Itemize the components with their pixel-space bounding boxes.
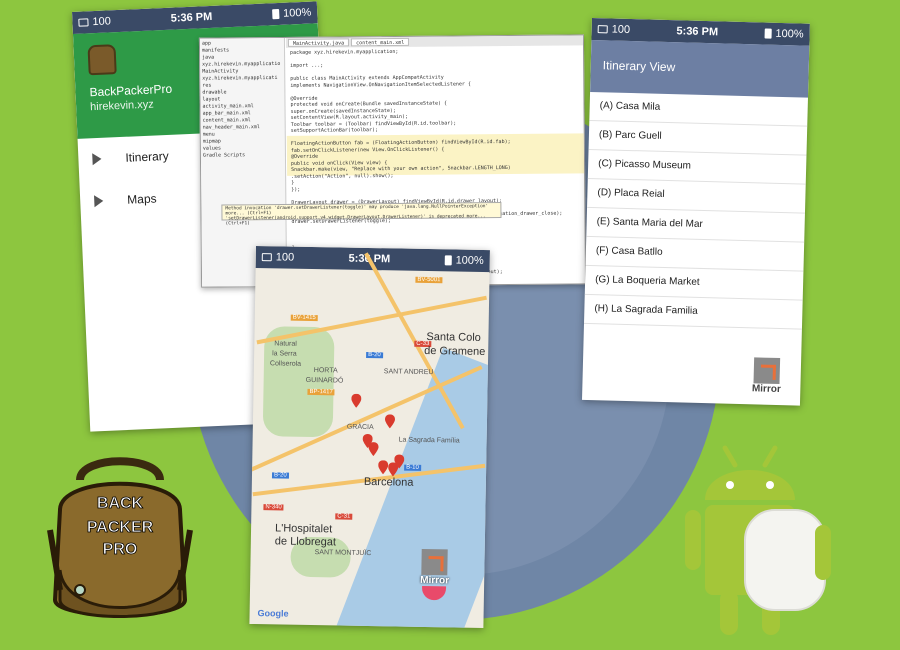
map-label: GRÀCIA (346, 423, 374, 432)
map-label: Collserola (269, 360, 302, 368)
mirror-icon (421, 548, 449, 576)
google-logo: Google (257, 608, 289, 619)
status-time: 5:36 PM (676, 25, 719, 39)
status-battery: 100% (775, 27, 804, 41)
status-left: 100 (275, 251, 295, 264)
android-marshmallow-icon (685, 445, 831, 635)
map-screen: 100 5:36 PM 100% BV-5001 BV-1415 B-20 C-… (249, 246, 490, 629)
mirror-label: Mirror (420, 574, 450, 587)
drawer-item-label: Maps (126, 191, 157, 207)
route-label: C-31 (335, 513, 353, 520)
screen-icon (261, 253, 272, 262)
mirror-watermark: Mirror (746, 357, 787, 395)
route-label: B-10 (404, 464, 421, 471)
map-pin-icon[interactable] (368, 442, 379, 457)
battery-icon (764, 28, 772, 39)
mirror-badge (422, 585, 447, 601)
page-title: Itinerary View (602, 58, 676, 75)
itinerary-list: (A) Casa Mila (B) Parc Guell (C) Picasso… (583, 91, 808, 330)
tab-mainactivity[interactable]: MainActivity.java (287, 38, 350, 47)
screen-icon (78, 18, 89, 27)
mirror-label: Mirror (751, 383, 781, 396)
map-label: GUINARDÓ (305, 376, 344, 385)
map-pin-icon[interactable] (384, 414, 395, 429)
mirror-icon (753, 357, 781, 385)
map-label: de Llobregat (274, 535, 337, 549)
map-pin-icon[interactable] (351, 393, 362, 408)
map-label: Barcelona (363, 475, 414, 489)
app-bar: Itinerary View (590, 39, 810, 98)
inspection-tooltip: Method invocation 'drawer.setDrawerListe… (221, 202, 502, 226)
logo-line2: PACKER (87, 519, 154, 536)
map-label: la Serra (272, 350, 297, 358)
route-label: BV-1415 (290, 314, 318, 322)
logo-line1: BACK (97, 495, 144, 512)
play-icon (92, 152, 102, 166)
route-label: BV-5001 (415, 276, 443, 284)
logo-line3: PRO (103, 541, 138, 558)
map-label: de Gramene (424, 344, 486, 359)
mirror-watermark: Mirror (420, 548, 450, 601)
screen-icon (597, 25, 608, 34)
play-icon (94, 194, 104, 208)
editor-tabs: MainActivity.java content_main.xml (285, 35, 583, 48)
map-pin-icon[interactable] (394, 454, 405, 469)
map-label: HORTA (313, 367, 338, 375)
tree-item[interactable]: Gradle Scripts (203, 152, 283, 160)
battery-icon (271, 8, 280, 20)
status-time: 5:36 PM (170, 10, 213, 25)
tab-content-main[interactable]: content_main.xml (351, 37, 410, 47)
map-label: L'Hospitalet (274, 522, 333, 536)
map-label: La Sagrada Família (398, 436, 460, 445)
itinerary-screen: 100 5:36 PM 100% Itinerary View (A) Casa… (582, 18, 810, 406)
map-pin-icon[interactable] (378, 460, 389, 475)
map-label: Santa Colo (426, 330, 481, 344)
status-battery: 100% (282, 6, 312, 20)
route-label: B-20 (366, 351, 383, 359)
map-label: Natural (274, 340, 297, 348)
map-label: SANT MONTJUÏC (314, 549, 372, 558)
list-item[interactable]: (H) La Sagrada Familia (583, 294, 803, 330)
route-label: BP-1417 (307, 388, 335, 396)
backpacker-pro-logo: BACK PACKER PRO (47, 457, 193, 618)
drawer-item-label: Itinerary (125, 148, 170, 165)
status-battery: 100% (455, 254, 484, 267)
route-label: N-340 (263, 504, 284, 511)
status-left: 100 (611, 23, 631, 36)
status-left: 100 (92, 15, 112, 29)
battery-icon (444, 255, 452, 266)
route-label: B-20 (271, 472, 289, 479)
backpack-icon (87, 44, 117, 76)
map-label: SANT ANDREU (383, 368, 434, 377)
